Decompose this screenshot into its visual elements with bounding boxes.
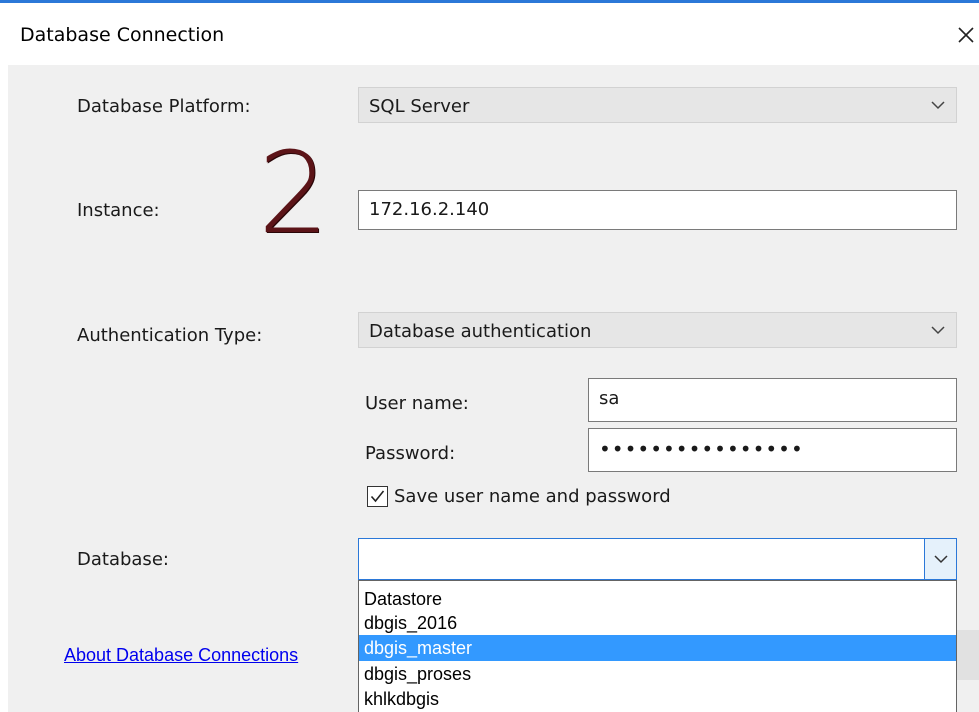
platform-value: SQL Server xyxy=(369,96,470,117)
database-option[interactable]: dbgis_proses xyxy=(359,661,956,687)
annotation-number: 2 xyxy=(258,129,330,259)
hidden-button-edge[interactable] xyxy=(955,630,979,680)
close-icon[interactable] xyxy=(948,17,979,53)
window-title: Database Connection xyxy=(20,24,225,46)
auth-type-label: Authentication Type: xyxy=(77,325,263,346)
database-options-list[interactable]: Datastore dbgis_2016 dbgis_master dbgis_… xyxy=(358,580,957,712)
password-label: Password: xyxy=(365,443,456,464)
database-option[interactable]: dbgis_2016 xyxy=(359,610,956,636)
database-option-highlighted[interactable]: dbgis_master xyxy=(359,635,956,661)
platform-label: Database Platform: xyxy=(77,96,251,117)
username-label: User name: xyxy=(365,393,469,414)
database-option[interactable]: khlkdbgis xyxy=(359,686,956,712)
chevron-down-icon xyxy=(931,326,945,335)
password-value: •••••••••••••••• xyxy=(599,437,804,461)
title-bar[interactable]: Database Connection xyxy=(0,3,979,65)
instance-label: Instance: xyxy=(77,200,160,221)
instance-input[interactable]: 172.16.2.140 xyxy=(358,190,957,230)
username-input[interactable]: sa xyxy=(588,378,957,422)
database-dropdown-button[interactable] xyxy=(924,539,956,579)
save-credentials-label[interactable]: Save user name and password xyxy=(394,486,671,507)
database-option[interactable]: Datastore xyxy=(359,586,956,612)
auth-type-select[interactable]: Database authentication xyxy=(358,312,957,348)
left-strip xyxy=(0,65,8,712)
platform-select[interactable]: SQL Server xyxy=(358,87,957,123)
instance-value: 172.16.2.140 xyxy=(369,199,490,220)
chevron-down-icon xyxy=(934,555,948,564)
checkmark-icon xyxy=(370,490,385,503)
save-credentials-checkbox[interactable] xyxy=(367,486,388,507)
chevron-down-icon xyxy=(931,101,945,110)
password-input[interactable]: •••••••••••••••• xyxy=(588,428,957,472)
database-label: Database: xyxy=(77,549,169,570)
username-value: sa xyxy=(599,388,620,409)
about-database-connections-link[interactable]: About Database Connections xyxy=(64,645,298,666)
auth-type-value: Database authentication xyxy=(369,321,592,342)
database-select[interactable] xyxy=(358,538,957,580)
